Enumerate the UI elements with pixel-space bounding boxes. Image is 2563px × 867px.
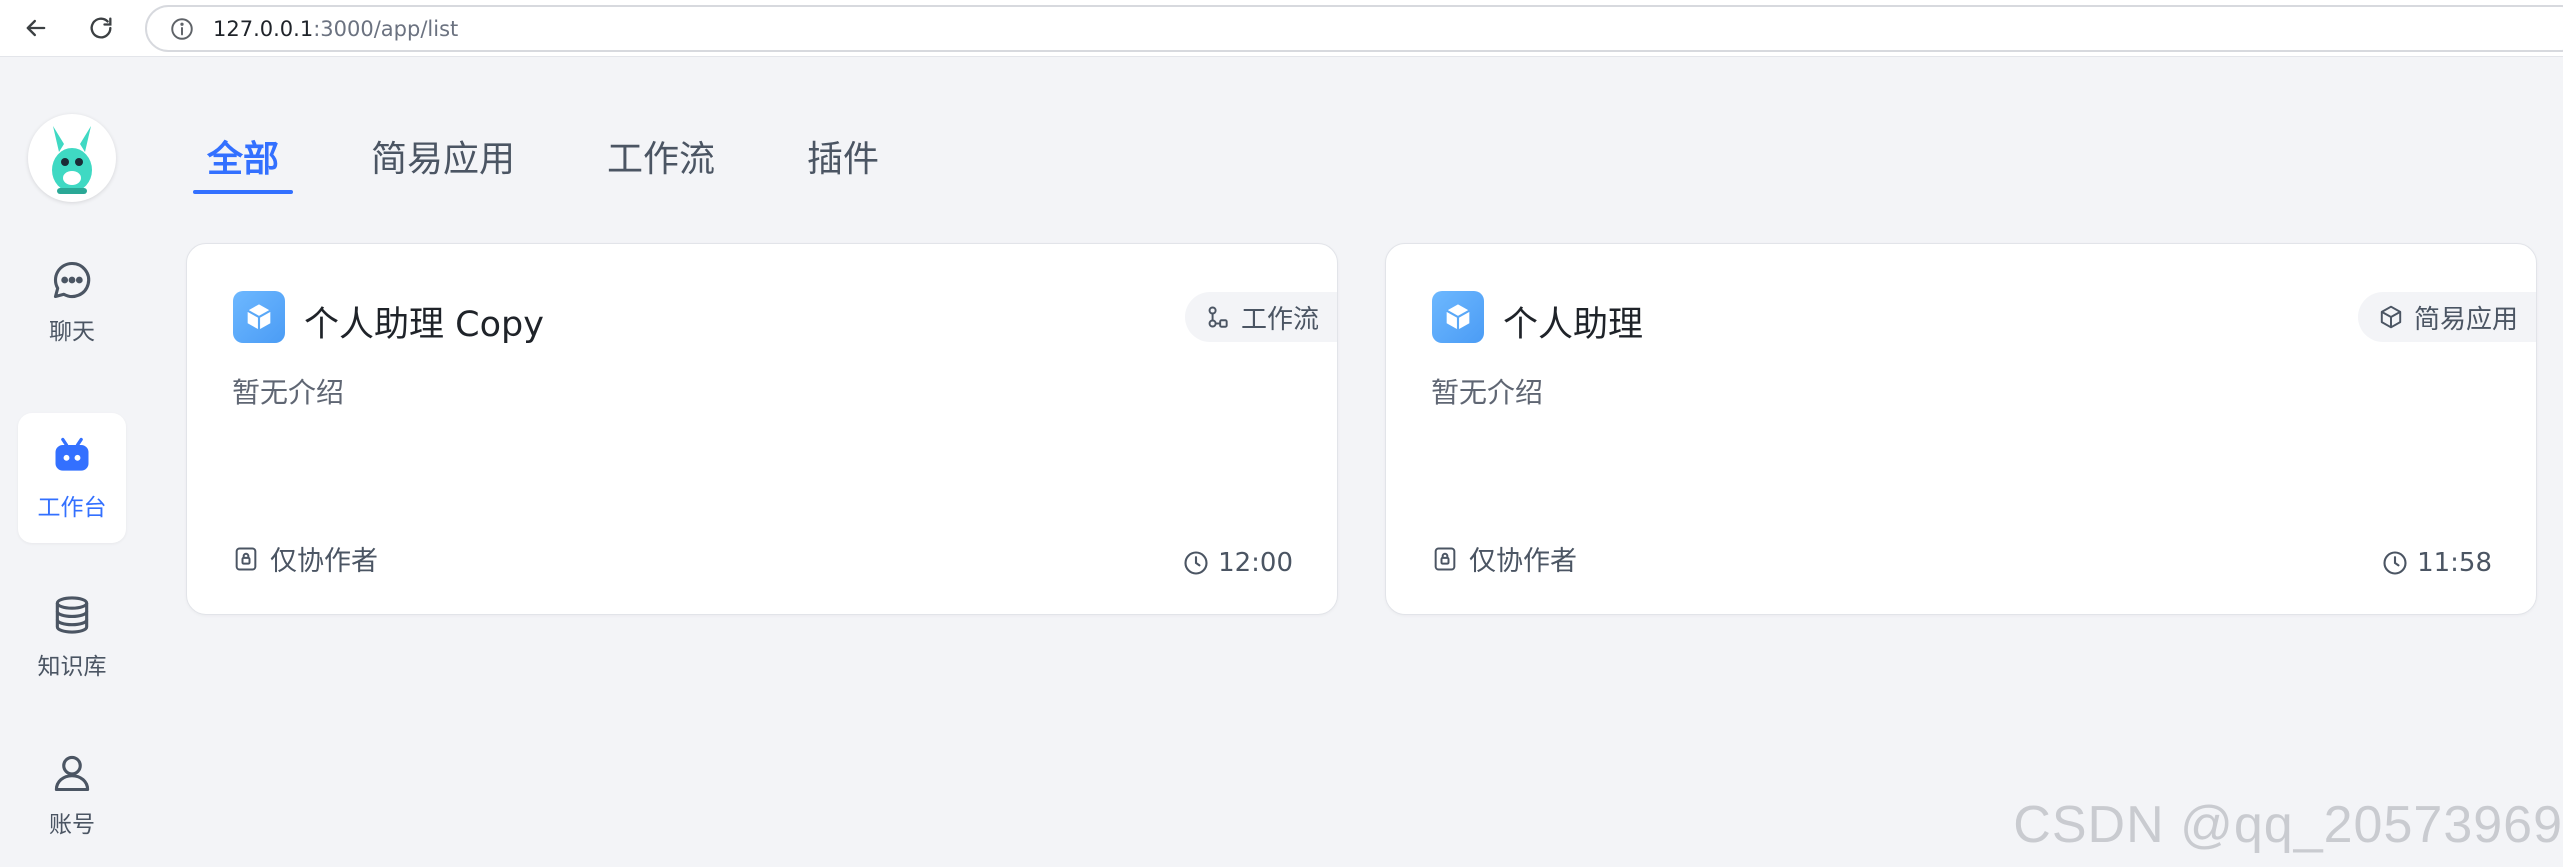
app-title: 个人助理 (1503, 305, 1644, 345)
app-description: 暂无介绍 (232, 376, 345, 409)
back-button[interactable] (16, 8, 56, 48)
reload-button[interactable] (81, 8, 121, 48)
tab-plugin[interactable]: 插件 (793, 130, 893, 196)
url-path: :3000/app/list (313, 16, 459, 41)
lock-icon (1434, 547, 1456, 570)
app-permission: 仅协作者 (1431, 539, 1577, 578)
app-icon (233, 291, 285, 343)
clock-icon (2383, 551, 2407, 575)
app-icon (1432, 291, 1484, 343)
permission-label: 仅协作者 (1469, 546, 1577, 577)
browser-toolbar: 127.0.0.1:3000/app/list (0, 0, 2563, 57)
cube-icon (1446, 304, 1470, 330)
mascot-avatar-icon (52, 126, 92, 194)
avatar[interactable] (28, 114, 116, 202)
time-label: 11:58 (2417, 548, 2492, 578)
time-label: 12:00 (1218, 548, 1293, 578)
app-description: 暂无介绍 (1431, 376, 1544, 409)
sidebar-item-label: 聊天 (49, 319, 95, 345)
watermark: CSDN @qq_20573969 (2013, 796, 2563, 854)
app-type-label: 简易应用 (2413, 304, 2518, 335)
sidebar-item-knowledge[interactable]: 知识库 (18, 572, 126, 702)
app-card[interactable]: 个人助理 简易应用 暂无介绍 仅协作者 11:58 (1385, 243, 2537, 615)
clock-icon (1184, 551, 1208, 575)
app-title: 个人助理 Copy (304, 305, 544, 345)
reload-icon (90, 17, 112, 39)
url-host: 127.0.0.1 (213, 16, 314, 41)
tab-workflow[interactable]: 工作流 (593, 130, 729, 196)
tab-simple-app[interactable]: 简易应用 (357, 130, 529, 196)
cube-icon (247, 304, 271, 330)
workflow-icon (1208, 306, 1228, 328)
database-icon (55, 596, 89, 634)
address-bar[interactable]: 127.0.0.1:3000/app/list (145, 5, 2563, 52)
sidebar-item-label: 工作台 (37, 495, 107, 521)
cube-outline-icon (2380, 305, 2402, 329)
tab-all[interactable]: 全部 (193, 130, 294, 196)
sidebar-item-label: 账号 (49, 812, 95, 838)
permission-label: 仅协作者 (270, 546, 378, 577)
app-type-badge: 工作流 (1184, 292, 1337, 342)
user-icon (54, 755, 90, 792)
app-type-tabs: 全部 简易应用 工作流 插件 (193, 130, 957, 200)
app-type-label: 工作流 (1240, 304, 1319, 335)
app-updated-time: 11:58 (2381, 548, 2492, 578)
app-permission: 仅协作者 (232, 539, 378, 578)
app-card[interactable]: 个人助理 Copy 工作流 暂无介绍 仅协作者 12:00 (186, 243, 1338, 615)
info-icon[interactable] (169, 16, 195, 42)
lock-icon (235, 547, 257, 570)
robot-icon (55, 437, 89, 471)
sidebar-item-account[interactable]: 账号 (18, 730, 126, 860)
app-updated-time: 12:00 (1182, 548, 1293, 578)
sidebar-item-workbench[interactable]: 工作台 (18, 413, 126, 543)
sidebar-item-label: 知识库 (37, 654, 107, 680)
app-type-badge: 简易应用 (2357, 292, 2536, 342)
arrow-left-icon (26, 19, 46, 37)
chat-icon (53, 261, 91, 299)
sidebar-item-chat[interactable]: 聊天 (18, 237, 126, 367)
